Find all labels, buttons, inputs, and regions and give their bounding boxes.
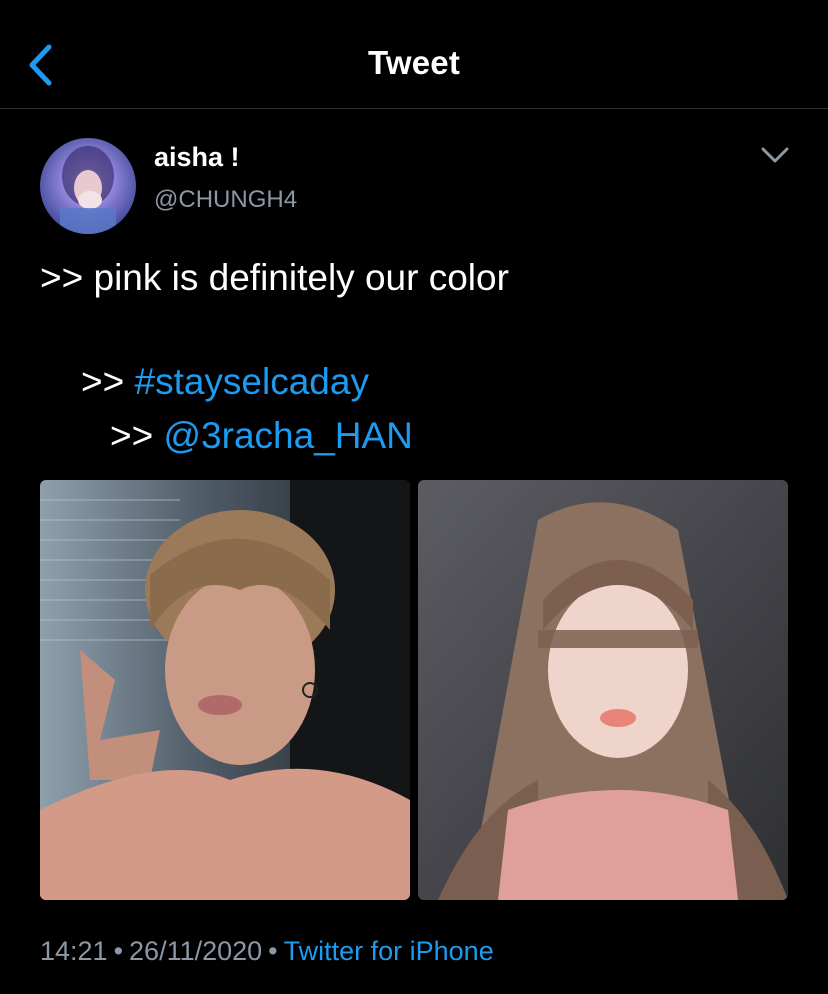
page-title: Tweet <box>367 44 461 81</box>
display-name[interactable]: aisha ! <box>154 142 240 173</box>
tweet-source-link[interactable]: Twitter for iPhone <box>284 936 494 966</box>
avatar[interactable] <box>40 138 136 234</box>
mention-link[interactable]: @3racha_HAN <box>164 415 413 456</box>
tweet-time: 14:21 <box>40 936 108 966</box>
user-handle[interactable]: @CHUNGH4 <box>154 186 297 214</box>
tweet-date: 26/11/2020 <box>129 936 263 966</box>
hashtag-link[interactable]: #stayselcaday <box>135 361 369 402</box>
tweet-text-line: >> @3racha_HAN <box>110 414 413 458</box>
tweet-photo[interactable] <box>418 480 788 900</box>
chevron-down-icon <box>761 147 789 163</box>
tweet-text-prefix: >> <box>110 415 164 456</box>
tweet-text-line: >> #stayselcaday <box>81 360 369 404</box>
tweet-text-line: >> pink is definitely our color <box>40 257 509 298</box>
tweet-text-prefix: >> <box>81 361 135 402</box>
separator-dot: • <box>113 936 124 966</box>
separator-dot: • <box>268 936 278 966</box>
tweet-photo[interactable] <box>40 480 410 900</box>
tweet-menu-button[interactable] <box>752 136 798 174</box>
tweet-metadata: 14:21 • 26/11/2020 • Twitter for iPhone <box>40 936 494 967</box>
top-nav-bar: Tweet <box>0 0 828 109</box>
